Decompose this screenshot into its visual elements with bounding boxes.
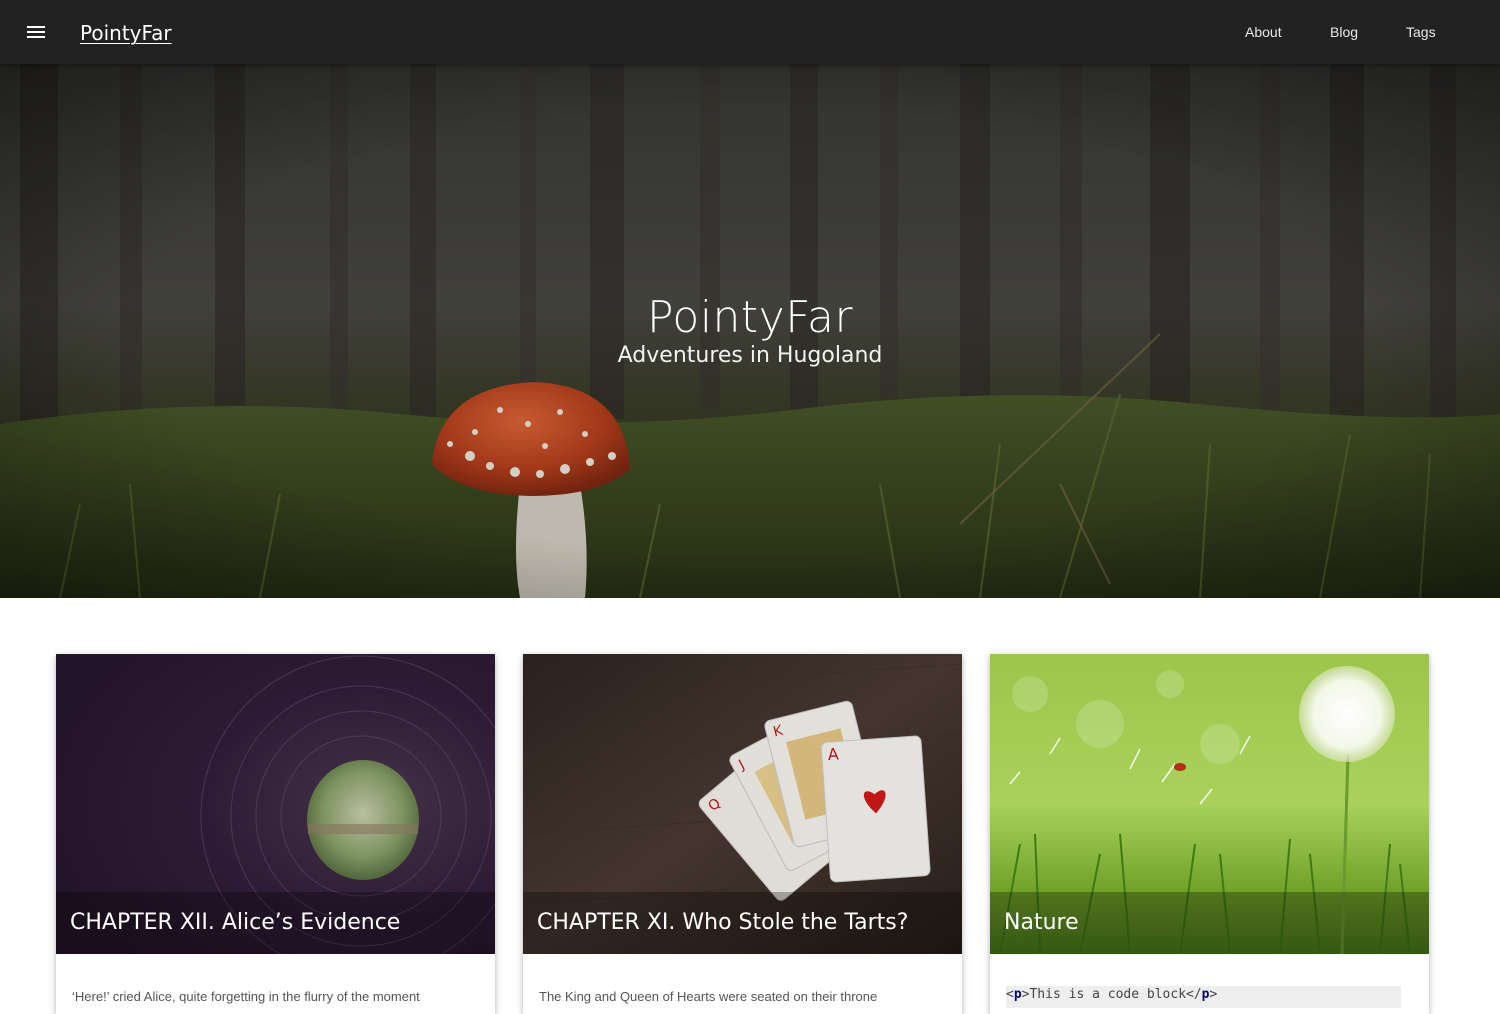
site-brand-link[interactable]: PointyFar (80, 20, 172, 46)
nav-link-about[interactable]: About (1245, 22, 1282, 42)
post-card-nature[interactable]: Nature <p>This is a code block</p> (990, 654, 1429, 1014)
card-excerpt: ‘Here!’ cried Alice, quite forgetting in… (72, 989, 420, 1004)
card-title[interactable]: CHAPTER XI. Who Stole the Tarts? (537, 908, 908, 938)
card-title[interactable]: Nature (1004, 908, 1079, 938)
hamburger-menu-icon[interactable] (24, 20, 48, 44)
hero-banner: PointyFar Adventures in Hugoland (0, 64, 1500, 598)
hero-title: PointyFar (646, 292, 854, 343)
card-title-bar: CHAPTER XII. Alice’s Evidence (56, 892, 495, 954)
hero-subtitle: Adventures in Hugoland (617, 343, 883, 368)
nav-link-blog[interactable]: Blog (1330, 22, 1358, 42)
card-excerpt: The King and Queen of Hearts were seated… (539, 989, 878, 1004)
code-block: <p>This is a code block</p> (1006, 986, 1401, 1008)
post-card-alices-evidence[interactable]: CHAPTER XII. Alice’s Evidence ‘Here!’ cr… (56, 654, 495, 1014)
card-title[interactable]: CHAPTER XII. Alice’s Evidence (70, 908, 400, 938)
top-navbar: PointyFar About Blog Tags (0, 0, 1500, 64)
card-title-bar: Nature (990, 892, 1429, 954)
post-card-who-stole-the-tarts[interactable]: Q J K A CHAPTER XI. Who Stole the Tarts?… (523, 654, 962, 1014)
nav-link-tags[interactable]: Tags (1406, 22, 1436, 42)
card-title-bar: CHAPTER XI. Who Stole the Tarts? (523, 892, 962, 954)
